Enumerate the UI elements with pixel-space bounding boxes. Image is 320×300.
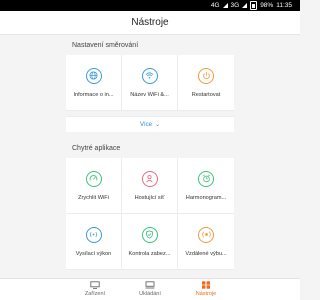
network-4g-label: 4G xyxy=(210,2,220,9)
status-bar: 4G 3G 98% 11:35 xyxy=(0,0,300,11)
globe-icon xyxy=(85,67,102,84)
signal-icon xyxy=(222,3,228,8)
page-header: Nástroje xyxy=(0,11,300,35)
tool-label: Název WiFi &... xyxy=(130,91,169,98)
section-title-smart-apps-label: Chytré aplikace xyxy=(72,144,121,152)
tool-guest-network[interactable]: Hostující síť xyxy=(122,158,178,214)
section-title-routing: Nastavení směrování xyxy=(0,35,300,55)
power-icon xyxy=(198,67,214,84)
tool-label: Vzdálené výbu... xyxy=(185,250,227,257)
tool-label: Restartovat xyxy=(191,91,221,98)
tool-schedule[interactable]: Harmonogram... xyxy=(178,158,234,214)
tool-label: Hostující síť xyxy=(134,194,165,201)
tool-transmit-power[interactable]: Vysílací výkon xyxy=(66,214,122,270)
battery-level: 98% xyxy=(260,2,274,9)
shield-icon xyxy=(141,226,158,243)
section-title-routing-label: Nastavení směrování xyxy=(72,41,139,49)
tool-label: Kontrola zabez... xyxy=(128,250,171,257)
tool-wifi-name[interactable]: Název WiFi &... xyxy=(122,55,178,111)
tool-internet-info[interactable]: Informace o in... xyxy=(66,55,122,111)
routing-settings-grid: Informace o in... Název WiFi &... Restar… xyxy=(66,55,234,111)
tool-remote[interactable]: Vzdálené výbu... xyxy=(178,214,234,270)
tools-grid-icon xyxy=(202,281,210,289)
chevron-down-icon: ⌄ xyxy=(154,122,161,128)
signal-icon-2 xyxy=(242,3,248,8)
page-title: Nástroje xyxy=(131,17,169,28)
network-3g-label: 3G xyxy=(230,2,240,9)
wifi-icon xyxy=(141,67,158,84)
tool-wifi-boost[interactable]: Zrychlit WiFi xyxy=(66,158,122,214)
more-button[interactable]: Více ⌄ xyxy=(66,116,234,132)
tool-label: Harmonogram... xyxy=(185,194,227,201)
section-title-smart-apps: Chytré aplikace xyxy=(0,138,300,158)
tool-restart[interactable]: Restartovat xyxy=(178,55,234,111)
tool-security-check[interactable]: Kontrola zabez... xyxy=(122,214,178,270)
tab-label: Ukládání xyxy=(139,291,161,297)
tool-label: Zrychlit WiFi xyxy=(78,194,109,201)
bottom-tab-bar: Zařízení Ukládání Nástroje xyxy=(0,278,300,300)
signal-power-icon xyxy=(85,226,102,243)
tab-storage[interactable]: Ukládání xyxy=(130,281,170,297)
tab-label: Zařízení xyxy=(84,291,106,297)
monitor-icon xyxy=(90,281,100,289)
tab-label: Nástroje xyxy=(195,291,217,297)
storage-icon xyxy=(145,281,155,289)
tool-label: Vysílací výkon xyxy=(75,250,112,257)
alarm-clock-icon xyxy=(198,170,214,187)
clock: 11:35 xyxy=(276,2,292,9)
more-label: Více xyxy=(139,121,152,128)
battery-icon xyxy=(250,1,258,10)
smart-apps-grid: Zrychlit WiFi Hostující síť Harmonogram.… xyxy=(66,158,234,270)
remote-icon xyxy=(198,226,214,243)
guest-user-icon xyxy=(141,170,158,187)
speedometer-icon xyxy=(85,170,102,187)
tab-devices[interactable]: Zařízení xyxy=(75,281,115,297)
tool-label: Informace o in... xyxy=(73,91,114,98)
tab-tools[interactable]: Nástroje xyxy=(186,281,226,297)
